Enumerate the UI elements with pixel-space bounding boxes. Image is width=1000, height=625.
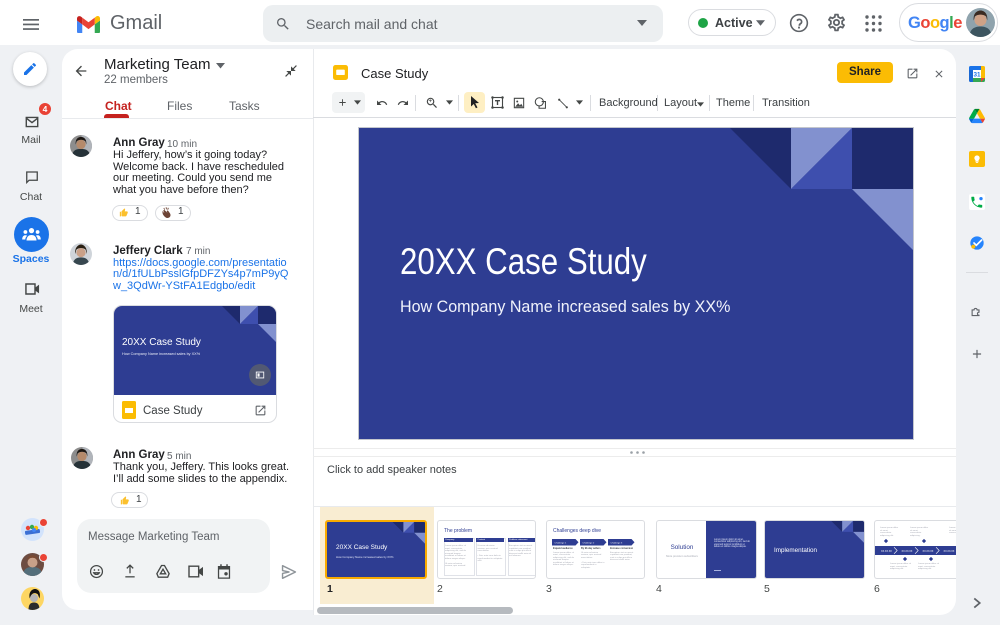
svg-text:XX.XX.XX: XX.XX.XX bbox=[923, 550, 934, 553]
svg-text:Challenge 3: Challenge 3 bbox=[611, 542, 623, 544]
svg-text:XX.XX.XX: XX.XX.XX bbox=[902, 550, 913, 553]
svg-text:XX.XX.XX: XX.XX.XX bbox=[881, 550, 892, 553]
svg-text:Challenge 1: Challenge 1 bbox=[555, 542, 567, 544]
svg-text:Challenge 2: Challenge 2 bbox=[583, 542, 595, 544]
svg-text:XX.XX.XX: XX.XX.XX bbox=[944, 550, 955, 553]
svg-text:31: 31 bbox=[973, 71, 981, 78]
